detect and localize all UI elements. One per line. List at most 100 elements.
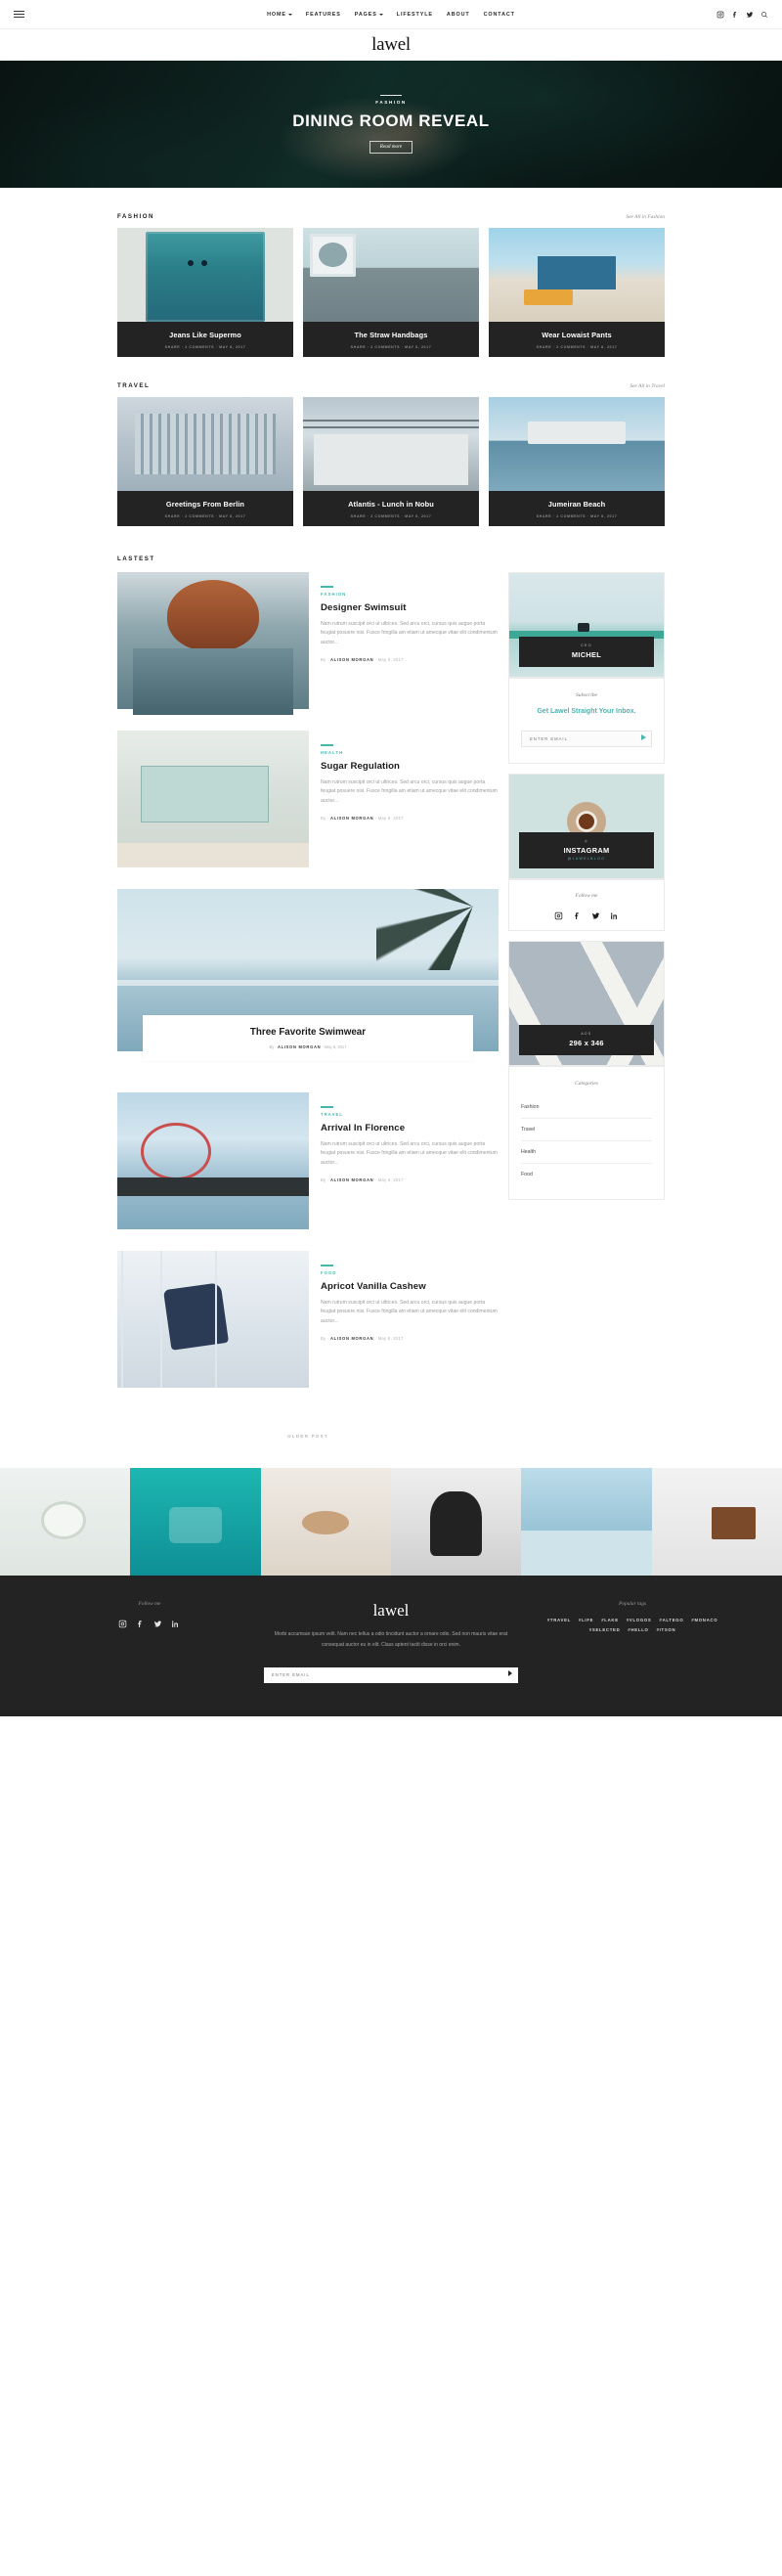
post-title[interactable]: Sugar Regulation <box>321 761 499 772</box>
post-author[interactable]: ALISON MORGAN <box>330 816 373 821</box>
category-item-travel[interactable]: Travel <box>521 1119 652 1142</box>
card-title: Wear Lowaist Pants <box>542 331 612 339</box>
twitter-icon[interactable] <box>746 11 754 19</box>
twitter-icon[interactable] <box>591 908 600 919</box>
facebook-icon[interactable] <box>136 1616 145 1627</box>
twitter-icon[interactable] <box>153 1616 162 1627</box>
footer-logo[interactable]: lawel <box>250 1601 532 1621</box>
card-meta: SHARE · 2 COMMENTS · MAY 8, 2017 <box>536 514 618 518</box>
main-menu: HOME FEATURES PAGES LIFESTYLE ABOUT CONT… <box>0 0 782 29</box>
post-designer-swimsuit[interactable]: FASHION Designer Swimsuit Nam rutrum sus… <box>117 572 499 715</box>
search-icon[interactable] <box>760 11 768 19</box>
featured-post-three-favorite-swimwear[interactable]: Three Favorite Swimwear By · ALISON MORG… <box>117 889 499 1061</box>
post-category[interactable]: FASHION <box>321 592 499 597</box>
nav-item-about[interactable]: ABOUT <box>447 12 470 18</box>
nav-label: FEATURES <box>305 12 341 18</box>
card-atlantis-lunch-in-nobu[interactable]: Atlantis - Lunch in Nobu SHARE · 2 COMME… <box>303 397 479 526</box>
post-author[interactable]: ALISON MORGAN <box>330 1336 373 1341</box>
footer-columns: Follow me lawel Morbi accumsan ipsum vel… <box>49 1601 733 1683</box>
post-list: FASHION Designer Swimsuit Nam rutrum sus… <box>117 572 499 1468</box>
post-date: May 8, 2017 <box>377 1177 404 1183</box>
post-title[interactable]: Apricot Vanilla Cashew <box>321 1281 499 1292</box>
tag-life[interactable]: #LIFE <box>579 1618 593 1622</box>
card-wear-lowaist-pants[interactable]: Wear Lowaist Pants SHARE · 2 COMMENTS · … <box>489 228 665 357</box>
post-category[interactable]: FOOD <box>321 1270 499 1275</box>
tag-hello[interactable]: #HELLO <box>628 1627 648 1632</box>
latest-layout: FASHION Designer Swimsuit Nam rutrum sus… <box>117 572 665 1468</box>
post-title[interactable]: Designer Swimsuit <box>321 602 499 613</box>
nav-item-contact[interactable]: CONTACT <box>484 12 515 18</box>
ceo-name: MICHEL <box>571 650 602 659</box>
post-byline: By · ALISON MORGAN · May 8, 2017 <box>321 816 404 822</box>
featured-post-title[interactable]: Three Favorite Swimwear <box>152 1027 463 1038</box>
nav-item-pages[interactable]: PAGES <box>355 12 383 18</box>
nav-item-features[interactable]: FEATURES <box>306 12 341 18</box>
post-apricot-vanilla-cashew[interactable]: FOOD Apricot Vanilla Cashew Nam rutrum s… <box>117 1251 499 1388</box>
category-item-health[interactable]: Health <box>521 1141 652 1165</box>
post-thumbnail <box>117 731 309 867</box>
instagram-icon[interactable] <box>554 908 563 920</box>
category-item-food[interactable]: Food <box>521 1164 652 1185</box>
see-all-fashion-link[interactable]: See All in Fashion <box>626 214 665 220</box>
post-author[interactable]: ALISON MORGAN <box>330 1177 373 1182</box>
footer-subscribe-field <box>250 1664 532 1683</box>
subscribe-email-input[interactable] <box>521 731 652 748</box>
card-greetings-from-berlin[interactable]: Greetings From Berlin SHARE · 2 COMMENTS… <box>117 397 293 526</box>
category-item-fashion[interactable]: Fashion <box>521 1096 652 1120</box>
card-title: The Straw Handbags <box>354 331 428 339</box>
widget-instagram[interactable]: ◎ INSTAGRAM @LAWELBLOG <box>508 774 665 880</box>
tag-itson[interactable]: #ITSON <box>657 1627 676 1632</box>
post-category[interactable]: HEALTH <box>321 750 499 755</box>
post-date: May 8, 2017 <box>377 657 404 663</box>
subscribe-body: Subscribe Get Lawel Straight Your Inbox. <box>509 679 664 763</box>
widget-ceo[interactable]: CEO MICHEL <box>508 572 665 678</box>
latest-section: LASTEST FASHION Designer Swimsuit Nam ru… <box>117 526 665 1468</box>
card-jumeiran-beach[interactable]: Jumeiran Beach SHARE · 2 COMMENTS · MAY … <box>489 397 665 526</box>
hero-read-more-button[interactable]: Read more <box>369 141 413 154</box>
hero-category[interactable]: FASHION <box>292 100 490 105</box>
facebook-icon[interactable] <box>731 11 739 19</box>
footer-tag-list: #TRAVEL #LIFE #LAKE #VLOGOS #ALTEGO #MON… <box>532 1618 733 1632</box>
tag-travel[interactable]: #TRAVEL <box>547 1618 571 1622</box>
card-the-straw-handbags[interactable]: The Straw Handbags SHARE · 2 COMMENTS · … <box>303 228 479 357</box>
site-logo[interactable]: lawel <box>371 34 411 56</box>
post-sugar-regulation[interactable]: HEALTH Sugar Regulation Nam rutrum susci… <box>117 731 499 867</box>
card-jeans-like-supermo[interactable]: Jeans Like Supermo SHARE · 2 COMMENTS · … <box>117 228 293 357</box>
footer-email-input[interactable] <box>263 1666 519 1683</box>
arrow-right-icon[interactable] <box>508 1669 513 1676</box>
featured-post-author[interactable]: ALISON MORGAN <box>278 1044 321 1049</box>
tag-altego[interactable]: #ALTEGO <box>660 1618 684 1622</box>
post-author[interactable]: ALISON MORGAN <box>330 657 373 662</box>
tag-monaco[interactable]: #MONACO <box>691 1618 717 1622</box>
see-all-travel-link[interactable]: See All in Travel <box>630 383 665 389</box>
instagram-photo[interactable] <box>260 1468 391 1576</box>
nav-item-lifestyle[interactable]: LIFESTYLE <box>397 12 433 18</box>
instagram-photo[interactable] <box>0 1468 131 1576</box>
instagram-photo[interactable] <box>390 1468 522 1576</box>
instagram-photo[interactable] <box>521 1468 652 1576</box>
post-arrival-in-florence[interactable]: TRAVEL Arrival In Florence Nam rutrum su… <box>117 1092 499 1229</box>
nav-item-home[interactable]: HOME <box>267 12 292 18</box>
categories-heading: Categories <box>575 1081 598 1088</box>
instagram-icon[interactable] <box>118 1616 127 1628</box>
by-prefix: By <box>321 1177 326 1183</box>
older-post-link[interactable]: OLDER POST <box>287 1434 328 1439</box>
post-byline: By · ALISON MORGAN · May 8, 2017 <box>321 1177 404 1183</box>
instagram-handle[interactable]: @LAWELBLOG <box>523 857 650 861</box>
linkedin-icon[interactable] <box>171 1616 180 1627</box>
instagram-photo[interactable] <box>651 1468 782 1576</box>
widget-advertisement[interactable]: ADS 296 x 346 <box>508 941 665 1067</box>
tag-lake[interactable]: #LAKE <box>601 1618 619 1622</box>
arrow-right-icon[interactable] <box>641 734 646 741</box>
post-category[interactable]: TRAVEL <box>321 1112 499 1117</box>
chevron-down-icon <box>287 14 292 16</box>
facebook-icon[interactable] <box>573 908 582 920</box>
instagram-icon[interactable] <box>717 11 724 19</box>
top-navigation-bar: HOME FEATURES PAGES LIFESTYLE ABOUT CONT… <box>0 0 782 29</box>
hamburger-menu-icon[interactable] <box>14 11 24 18</box>
tag-selected[interactable]: #SELECTED <box>589 1627 621 1632</box>
tag-vlogos[interactable]: #VLOGOS <box>627 1618 652 1622</box>
instagram-photo[interactable] <box>130 1468 261 1576</box>
post-title[interactable]: Arrival In Florence <box>321 1123 499 1133</box>
linkedin-icon[interactable] <box>610 908 619 920</box>
